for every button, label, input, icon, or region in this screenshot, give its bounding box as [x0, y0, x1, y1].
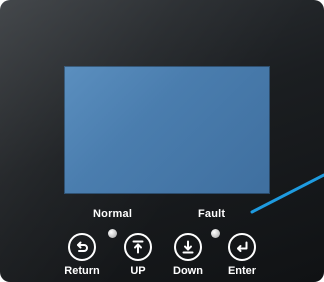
control-panel: Normal Fault Return UP Down Enter — [0, 0, 324, 282]
down-arrow-icon — [180, 239, 196, 255]
return-button-label: Return — [64, 265, 100, 277]
fault-indicator-led — [211, 229, 220, 238]
normal-status-label: Normal — [93, 208, 133, 220]
down-button-label: Down — [173, 265, 203, 277]
enter-button[interactable] — [228, 233, 256, 261]
up-button-label: UP — [130, 265, 146, 277]
enter-button-label: Enter — [227, 265, 257, 277]
down-button[interactable] — [174, 233, 202, 261]
fault-status-label: Fault — [198, 208, 226, 220]
lcd-display — [64, 66, 270, 194]
up-arrow-icon — [130, 239, 146, 255]
return-arrow-icon — [74, 239, 90, 255]
normal-indicator-led — [108, 229, 117, 238]
up-button[interactable] — [124, 233, 152, 261]
return-button[interactable] — [68, 233, 96, 261]
enter-arrow-icon — [234, 239, 250, 255]
